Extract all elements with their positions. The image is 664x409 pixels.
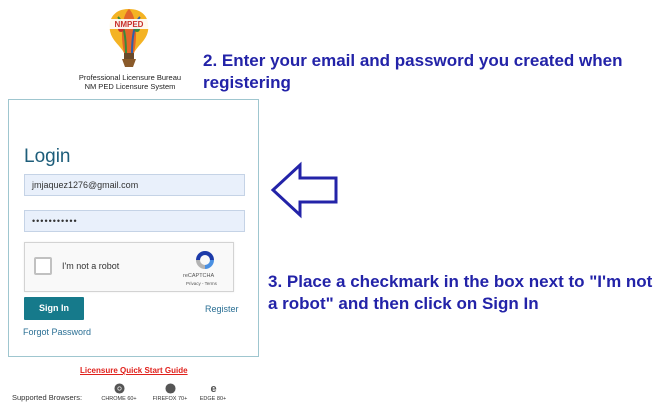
sign-in-button[interactable]: Sign In bbox=[24, 297, 84, 320]
supported-browsers-label: Supported Browsers: bbox=[12, 393, 83, 402]
firefox-icon bbox=[164, 383, 176, 394]
nmped-logo: NMPED bbox=[108, 9, 150, 67]
browser-chrome-label: CHROME 60+ bbox=[101, 396, 137, 402]
browser-chrome: CHROME 60+ bbox=[94, 383, 144, 402]
logo-text: NMPED bbox=[115, 20, 144, 29]
recaptcha-icon bbox=[196, 251, 214, 269]
org-line-1: Professional Licensure Bureau bbox=[78, 73, 182, 82]
recaptcha-label: I'm not a robot bbox=[62, 261, 120, 271]
recaptcha-privacy-terms[interactable]: Privacy - Terms bbox=[186, 281, 217, 286]
edge-icon: e bbox=[210, 383, 216, 394]
password-field[interactable]: ••••••••••• bbox=[24, 210, 245, 232]
browser-firefox-label: FIREFOX 70+ bbox=[152, 396, 188, 402]
chrome-icon bbox=[113, 383, 125, 394]
left-arrow-icon bbox=[270, 161, 338, 219]
login-card: Login jmjaquez1276@gmail.com •••••••••••… bbox=[8, 99, 259, 357]
org-line-2: NM PED Licensure System bbox=[84, 82, 176, 91]
instruction-step-2: 2. Enter your email and password you cre… bbox=[203, 51, 623, 92]
browser-edge: e EDGE 80+ bbox=[188, 383, 238, 402]
login-title: Login bbox=[24, 146, 71, 167]
org-name: Professional Licensure Bureau NM PED Lic… bbox=[60, 73, 200, 91]
browser-edge-label: EDGE 80+ bbox=[199, 396, 227, 402]
forgot-password-link[interactable]: Forgot Password bbox=[23, 327, 91, 337]
quick-start-guide-link[interactable]: Licensure Quick Start Guide bbox=[80, 366, 188, 375]
recaptcha-checkbox[interactable] bbox=[34, 257, 52, 275]
email-field[interactable]: jmjaquez1276@gmail.com bbox=[24, 174, 245, 196]
register-link[interactable]: Register bbox=[205, 304, 239, 314]
recaptcha-brand: reCAPTCHA bbox=[183, 273, 215, 279]
svg-text:e: e bbox=[210, 383, 216, 394]
instruction-step-3: 3. Place a checkmark in the box next to … bbox=[268, 272, 653, 313]
recaptcha-widget: I'm not a robot reCAPTCHA Privacy - Term… bbox=[24, 242, 234, 292]
